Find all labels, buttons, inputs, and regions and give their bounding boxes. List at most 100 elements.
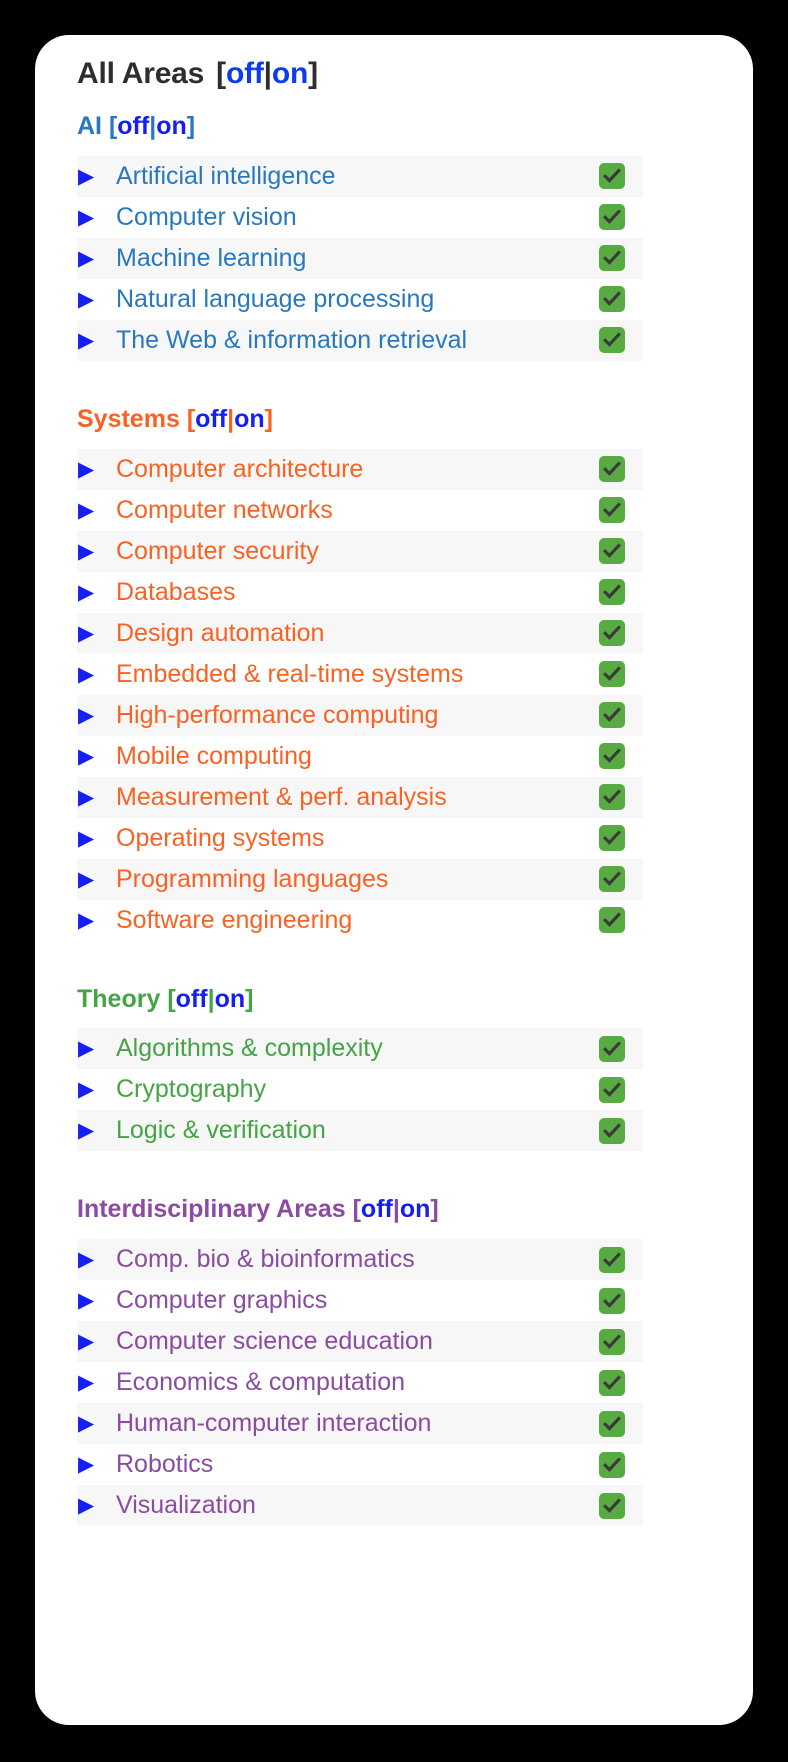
expand-triangle-icon[interactable]: ▶: [77, 828, 116, 849]
area-checkbox[interactable]: [599, 497, 625, 523]
area-row[interactable]: ▶ Computer vision: [77, 197, 643, 238]
area-checkbox[interactable]: [599, 286, 625, 313]
area-label[interactable]: Natural language processing: [116, 286, 599, 312]
expand-triangle-icon[interactable]: ▶: [77, 289, 116, 310]
area-row[interactable]: ▶ Computer graphics: [77, 1280, 643, 1321]
area-row[interactable]: ▶ Computer networks: [77, 490, 643, 531]
expand-triangle-icon[interactable]: ▶: [77, 1038, 116, 1059]
area-checkbox[interactable]: [599, 702, 625, 728]
expand-triangle-icon[interactable]: ▶: [77, 1372, 116, 1393]
area-checkbox[interactable]: [599, 1035, 625, 1062]
area-row[interactable]: ▶ Programming languages: [77, 858, 643, 900]
area-checkbox[interactable]: [599, 1287, 625, 1314]
area-label[interactable]: Computer networks: [116, 497, 599, 523]
area-checkbox[interactable]: [599, 1246, 625, 1273]
expand-triangle-icon[interactable]: ▶: [77, 787, 116, 808]
area-checkbox[interactable]: [599, 1492, 625, 1519]
expand-triangle-icon[interactable]: ▶: [77, 1249, 116, 1270]
area-checkbox[interactable]: [599, 866, 625, 892]
area-checkbox[interactable]: [599, 825, 625, 851]
expand-triangle-icon[interactable]: ▶: [77, 207, 116, 228]
area-label[interactable]: Human-computer interaction: [116, 1411, 599, 1436]
area-checkbox[interactable]: [599, 1076, 625, 1103]
group-off-link-ai[interactable]: off: [117, 112, 149, 140]
area-checkbox[interactable]: [599, 1117, 625, 1144]
area-label[interactable]: Visualization: [116, 1493, 599, 1518]
area-label[interactable]: Design automation: [116, 620, 599, 646]
expand-triangle-icon[interactable]: ▶: [77, 248, 116, 269]
area-row[interactable]: ▶ Embedded & real-time systems: [77, 654, 643, 695]
area-checkbox[interactable]: [599, 1328, 625, 1355]
expand-triangle-icon[interactable]: ▶: [77, 330, 116, 351]
area-checkbox[interactable]: [599, 327, 625, 354]
expand-triangle-icon[interactable]: ▶: [77, 623, 116, 644]
area-checkbox[interactable]: [599, 907, 625, 933]
area-label[interactable]: Machine learning: [116, 245, 599, 271]
area-row[interactable]: ▶ Logic & verification: [77, 1110, 643, 1152]
all-areas-off-link[interactable]: off: [226, 57, 264, 90]
area-row[interactable]: ▶ Visualization: [77, 1485, 643, 1526]
area-checkbox[interactable]: [599, 538, 625, 564]
area-label[interactable]: Embedded & real-time systems: [116, 661, 599, 687]
area-row[interactable]: ▶ Computer science education: [77, 1321, 643, 1362]
area-label[interactable]: Computer architecture: [116, 456, 599, 482]
area-label[interactable]: Economics & computation: [116, 1370, 599, 1395]
area-label[interactable]: Algorithms & complexity: [116, 1036, 599, 1061]
area-row[interactable]: ▶ Artificial intelligence: [77, 155, 643, 197]
expand-triangle-icon[interactable]: ▶: [77, 459, 116, 480]
group-off-link-interdisciplinary[interactable]: off: [361, 1195, 393, 1223]
area-row[interactable]: ▶ Computer security: [77, 530, 643, 572]
area-label[interactable]: Measurement & perf. analysis: [116, 784, 599, 810]
area-row[interactable]: ▶ Measurement & perf. analysis: [77, 776, 643, 818]
expand-triangle-icon[interactable]: ▶: [77, 500, 116, 521]
area-label[interactable]: Logic & verification: [116, 1118, 599, 1143]
area-row[interactable]: ▶ Databases: [77, 572, 643, 613]
expand-triangle-icon[interactable]: ▶: [77, 869, 116, 890]
expand-triangle-icon[interactable]: ▶: [77, 1120, 116, 1141]
area-checkbox[interactable]: [599, 456, 625, 482]
area-label[interactable]: Mobile computing: [116, 743, 599, 769]
expand-triangle-icon[interactable]: ▶: [77, 1290, 116, 1311]
expand-triangle-icon[interactable]: ▶: [77, 582, 116, 603]
area-label[interactable]: High-performance computing: [116, 702, 599, 728]
area-row[interactable]: ▶ High-performance computing: [77, 694, 643, 736]
area-checkbox[interactable]: [599, 784, 625, 810]
area-label[interactable]: Artificial intelligence: [116, 163, 599, 189]
area-label[interactable]: Cryptography: [116, 1077, 599, 1102]
expand-triangle-icon[interactable]: ▶: [77, 910, 116, 931]
expand-triangle-icon[interactable]: ▶: [77, 1454, 116, 1475]
area-row[interactable]: ▶ Operating systems: [77, 818, 643, 859]
area-row[interactable]: ▶ Robotics: [77, 1444, 643, 1485]
area-checkbox[interactable]: [599, 245, 625, 272]
area-row[interactable]: ▶ Economics & computation: [77, 1362, 643, 1403]
group-on-link-interdisciplinary[interactable]: on: [400, 1195, 431, 1223]
expand-triangle-icon[interactable]: ▶: [77, 746, 116, 767]
expand-triangle-icon[interactable]: ▶: [77, 166, 116, 187]
area-row[interactable]: ▶ Machine learning: [77, 237, 643, 279]
area-checkbox[interactable]: [599, 1369, 625, 1396]
area-row[interactable]: ▶ Comp. bio & bioinformatics: [77, 1239, 643, 1280]
expand-triangle-icon[interactable]: ▶: [77, 541, 116, 562]
area-checkbox[interactable]: [599, 1451, 625, 1478]
area-row[interactable]: ▶ Design automation: [77, 612, 643, 654]
area-label[interactable]: Programming languages: [116, 866, 599, 892]
area-row[interactable]: ▶ The Web & information retrieval: [77, 319, 643, 361]
area-label[interactable]: Databases: [116, 579, 599, 605]
expand-triangle-icon[interactable]: ▶: [77, 664, 116, 685]
group-off-link-systems[interactable]: off: [195, 405, 227, 433]
area-checkbox[interactable]: [599, 204, 625, 231]
area-label[interactable]: Computer science education: [116, 1329, 599, 1354]
group-on-link-theory[interactable]: on: [215, 985, 246, 1013]
area-checkbox[interactable]: [599, 620, 625, 646]
area-label[interactable]: Comp. bio & bioinformatics: [116, 1247, 599, 1272]
area-checkbox[interactable]: [599, 661, 625, 687]
area-checkbox[interactable]: [599, 1410, 625, 1437]
group-off-link-theory[interactable]: off: [176, 985, 208, 1013]
area-label[interactable]: Operating systems: [116, 825, 599, 851]
area-row[interactable]: ▶ Mobile computing: [77, 736, 643, 777]
expand-triangle-icon[interactable]: ▶: [77, 1413, 116, 1434]
expand-triangle-icon[interactable]: ▶: [77, 1331, 116, 1352]
area-row[interactable]: ▶ Human-computer interaction: [77, 1403, 643, 1444]
area-row[interactable]: ▶ Cryptography: [77, 1069, 643, 1110]
area-checkbox[interactable]: [599, 743, 625, 769]
